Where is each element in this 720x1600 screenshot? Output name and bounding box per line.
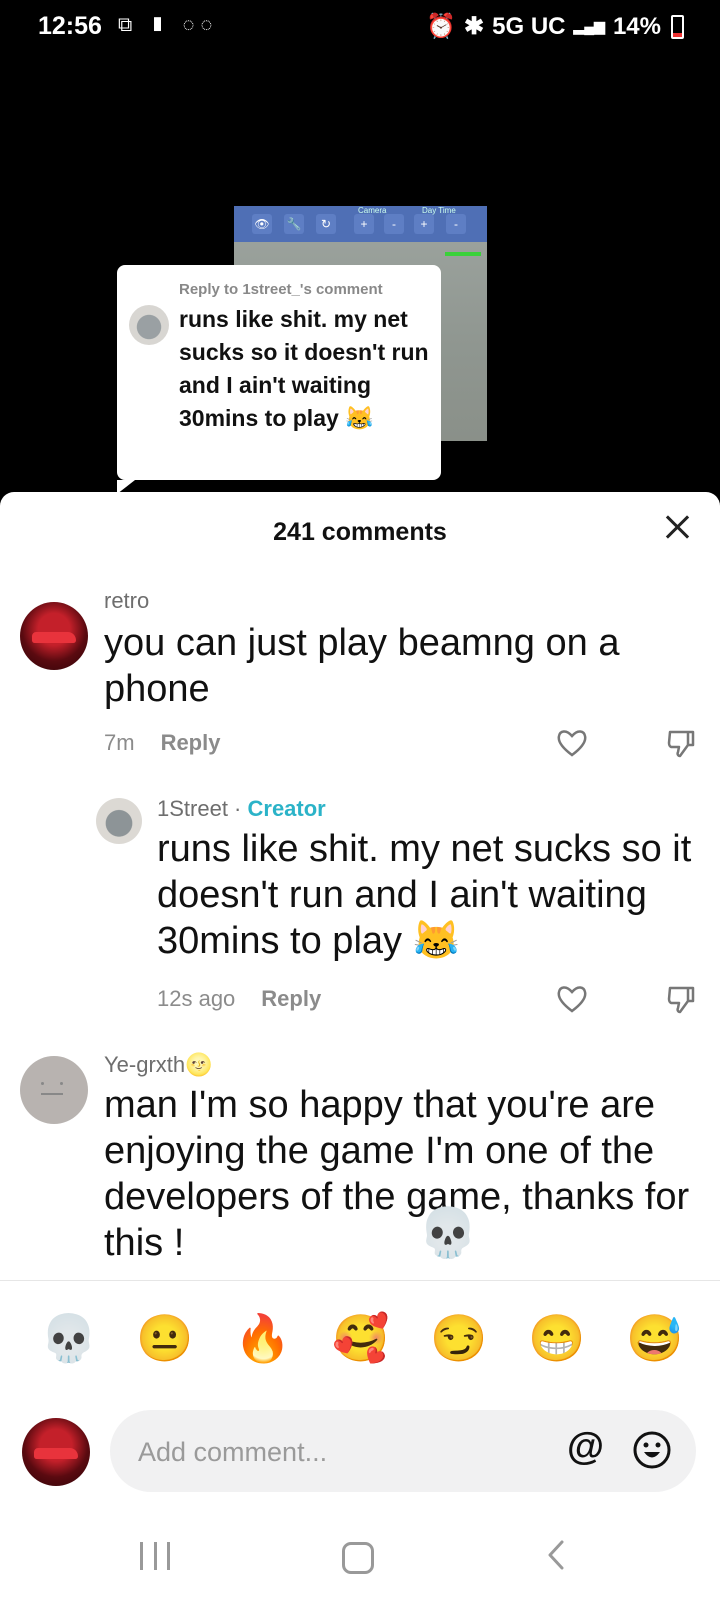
plus-icon: + — [414, 214, 434, 234]
battery-icon — [671, 14, 684, 39]
bluetooth-icon: ✱ — [464, 13, 485, 40]
reply-button[interactable]: Reply — [161, 730, 221, 755]
reply-button[interactable]: Reply — [261, 986, 321, 1011]
video-player[interactable]: 👁 🔧 ↻ + - + - Camera Day Time Reply to 1… — [0, 56, 720, 494]
mouth — [41, 1093, 63, 1095]
minus-icon: - — [384, 214, 404, 234]
eye — [60, 1082, 63, 1085]
heart-icon[interactable] — [556, 728, 588, 758]
emoji-skull-button[interactable]: 💀 — [40, 1310, 97, 1366]
comment-meta: 7m Reply — [104, 730, 220, 756]
battery-percent: 14% — [612, 12, 661, 40]
emoji-hearts-button[interactable]: 🥰 — [332, 1310, 389, 1366]
alarm-icon: ⏰ — [426, 13, 457, 40]
skull-overlay-icon: 💀 — [418, 1207, 478, 1260]
dislike-icon[interactable] — [666, 728, 696, 758]
neutral-face-icon — [37, 1082, 67, 1095]
reply-sticker-header: Reply to 1street_'s comment — [179, 281, 383, 298]
comment-username[interactable]: Ye-grxth🌝 — [104, 1052, 213, 1078]
back-icon[interactable] — [548, 1540, 564, 1570]
avatar[interactable] — [96, 798, 142, 844]
game-health-bar — [445, 252, 481, 256]
comment-input[interactable] — [136, 1430, 520, 1474]
reply-sticker-text: runs like shit. my net sucks so it doesn… — [179, 306, 429, 431]
my-avatar[interactable] — [22, 1418, 90, 1486]
emoji-neutral-button[interactable]: 😐 — [136, 1310, 193, 1366]
signal-icon: ▂▄▆ — [573, 18, 605, 34]
dislike-icon[interactable] — [666, 984, 696, 1014]
bar — [140, 1542, 143, 1570]
wrench-icon: 🔧 — [284, 214, 304, 234]
refresh-icon: ↻ — [316, 214, 336, 234]
emoji-picker-icon[interactable] — [632, 1430, 672, 1470]
comment-username[interactable]: retro — [104, 588, 149, 614]
comment-input-box[interactable]: @ — [110, 1410, 696, 1492]
comment-text: you can just play beamng on a phone — [104, 622, 620, 710]
status-right-group: ⏰ ✱ 5G UC ▂▄▆ 14% — [426, 12, 684, 41]
mention-button[interactable]: @ — [567, 1426, 604, 1469]
avatar[interactable] — [20, 1056, 88, 1124]
network-type: 5G UC — [492, 12, 566, 40]
system-nav-bar — [0, 1520, 720, 1600]
bar — [167, 1542, 170, 1570]
bar — [153, 1542, 157, 1570]
status-time: 12:56 — [38, 12, 102, 40]
status-bar: 12:56 ⧉ ▮ ◌◌ ⏰ ✱ 5G UC ▂▄▆ 14% — [0, 0, 720, 56]
avatar[interactable] — [20, 602, 88, 670]
game-toolbar: 👁 🔧 ↻ + - + - Camera Day Time — [234, 206, 487, 242]
heart-icon[interactable] — [556, 984, 588, 1014]
emoji-grin-button[interactable]: 😁 — [528, 1310, 585, 1366]
emoji-fire-button[interactable]: 🔥 — [234, 1310, 291, 1366]
reply-sticker-avatar — [129, 305, 169, 345]
divider — [0, 1280, 720, 1281]
comment-time: 12s ago — [157, 986, 236, 1011]
minus-icon: - — [446, 214, 466, 234]
eye-icon: 👁 — [252, 214, 272, 234]
eye — [41, 1082, 44, 1085]
plus-icon: + — [354, 214, 374, 234]
comment-composer: @ — [0, 1410, 720, 1494]
comment-username-row: 1Street · Creator — [157, 796, 326, 821]
comment-username[interactable]: 1Street — [157, 796, 228, 821]
comment-time: 7m — [104, 730, 135, 755]
home-icon[interactable] — [342, 1542, 374, 1574]
comments-count-title: 241 comments — [273, 518, 447, 546]
status-notification-icons: ⧉ ▮ ◌◌ — [118, 14, 219, 36]
comment-text: runs like shit. my net sucks so it doesn… — [157, 828, 692, 962]
emoji-smirk-button[interactable]: 😏 — [430, 1310, 487, 1366]
close-icon[interactable] — [662, 512, 692, 542]
reply-sticker: Reply to 1street_'s comment runs like sh… — [117, 265, 441, 494]
camera-label: Camera — [358, 206, 387, 215]
comment-meta: 12s ago Reply — [157, 986, 321, 1012]
recent-apps-icon[interactable] — [140, 1542, 170, 1570]
creator-badge: Creator — [247, 796, 326, 821]
emoji-quick-bar: 💀 😐 🔥 🥰 😏 😁 😅 — [0, 1310, 720, 1370]
comment-text: man I'm so happy that you're are enjoyin… — [104, 1084, 690, 1264]
emoji-sweat-smile-button[interactable]: 😅 — [626, 1310, 683, 1366]
daytime-label: Day Time — [422, 206, 456, 215]
